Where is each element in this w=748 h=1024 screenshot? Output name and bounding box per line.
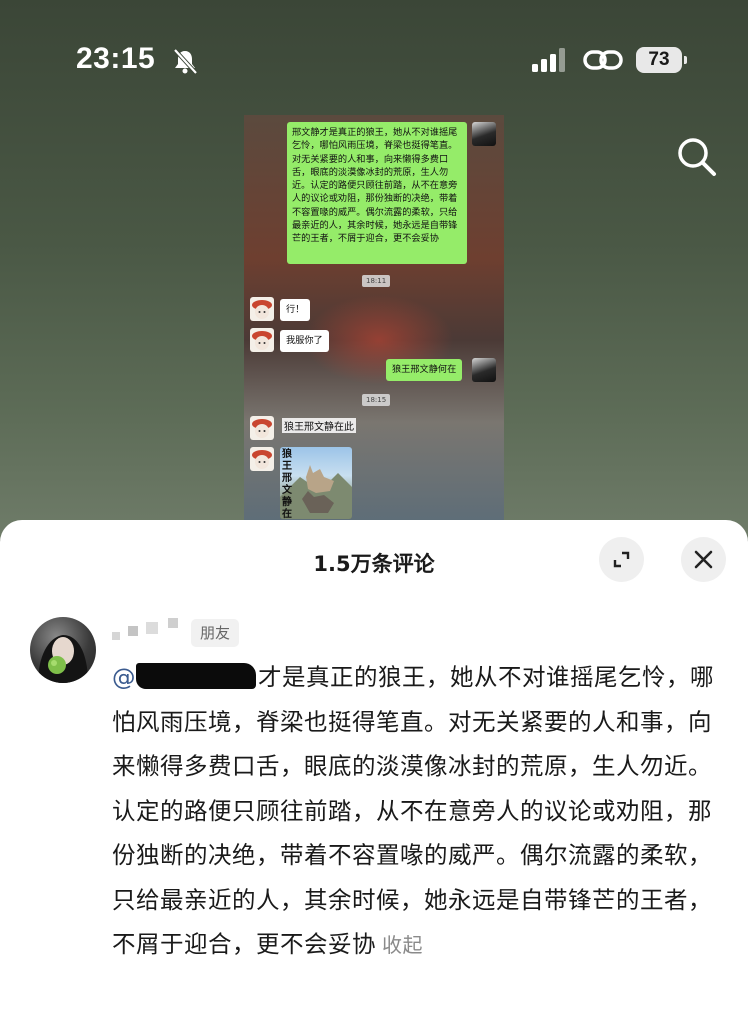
her-avatar — [472, 122, 496, 146]
mute-icon — [173, 48, 198, 75]
reply-bubble: 我服你了 — [280, 330, 329, 352]
link-icon — [583, 50, 623, 70]
username-redacted — [112, 618, 178, 640]
question-bubble: 狼王邢文静何在 — [386, 359, 463, 381]
answer-text: 狼王邢文静在此 — [282, 418, 356, 433]
sender-avatar — [250, 328, 274, 352]
expand-button[interactable] — [599, 537, 644, 582]
close-button[interactable] — [681, 537, 726, 582]
her-avatar — [472, 358, 496, 382]
mention[interactable]: @ — [112, 663, 136, 691]
friend-tag: 朋友 — [191, 619, 240, 647]
comment-content: 才是真正的狼王，她从不对谁摇尾乞怜，哪怕风雨压境，脊梁也挺得笔直。对无关紧要的人… — [112, 663, 714, 958]
comment-sheet: 1.5万条评论 朋友 @ 才是真正的狼王，她从不对谁摇尾乞怜，哪怕风雨压境，脊梁也… — [0, 520, 748, 1024]
search-icon[interactable] — [674, 134, 718, 178]
close-icon — [694, 550, 713, 569]
signal-icon — [532, 48, 565, 72]
sender-avatar — [250, 447, 274, 471]
status-time: 23:15 — [76, 42, 156, 75]
long-message-bubble: 邢文静才是真正的狼王，她从不对谁摇尾乞怜，哪怕风雨压境，脊梁也挺得笔直。对无关紧… — [287, 122, 467, 264]
sender-avatar — [250, 416, 274, 440]
redacted-name — [136, 663, 256, 689]
timestamp: 18:15 — [362, 394, 391, 406]
comment-text[interactable]: @ 才是真正的狼王，她从不对谁摇尾乞怜，哪怕风雨压境，脊梁也挺得笔直。对无关紧要的… — [112, 655, 724, 968]
battery-icon: 73 — [636, 47, 687, 73]
sender-avatar — [250, 297, 274, 321]
wolf-image[interactable]: 狼王邢文静在此 — [280, 447, 352, 519]
commenter-avatar[interactable] — [30, 617, 96, 683]
reply-bubble: 行！ — [280, 299, 311, 321]
collapse-link[interactable]: 收起 — [382, 933, 423, 957]
image-caption: 狼王邢文静在此 — [282, 449, 292, 519]
timestamp: 18:11 — [362, 275, 391, 287]
expand-icon — [613, 551, 630, 568]
